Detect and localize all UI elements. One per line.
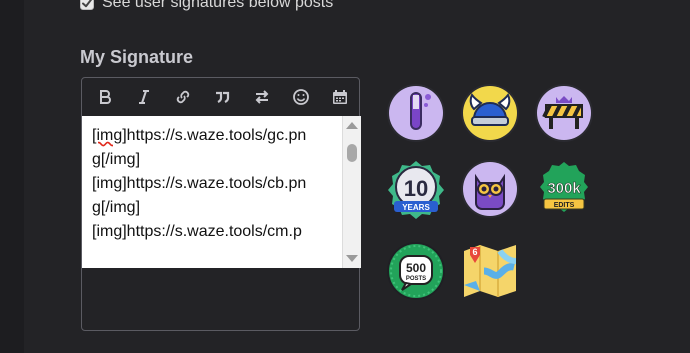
svg-text:10: 10 [404, 176, 428, 201]
ten-years-badge-icon: 10 YEARS [386, 159, 446, 219]
signature-line: [img]https://s.waze.tools/cb.pn [92, 175, 307, 192]
map-6-badge-icon: 6 [460, 241, 520, 301]
quote-icon [216, 91, 230, 103]
bold-icon [100, 90, 111, 104]
svg-text:300k: 300k [547, 180, 581, 197]
signature-section-title: My Signature [80, 47, 194, 67]
quote-button[interactable] [211, 86, 233, 108]
500-posts-badge-icon: 500 POSTS [386, 241, 446, 301]
link-button[interactable] [172, 86, 194, 108]
editor-toolbar [82, 78, 359, 117]
signature-line: g[/img] [92, 151, 141, 168]
calendar-icon [332, 90, 347, 104]
emoji-button[interactable] [290, 86, 312, 108]
roadblock-crown-badge-icon [534, 83, 594, 143]
300k-edits-badge-icon: 300k EDITS [534, 159, 594, 219]
italic-button[interactable] [133, 86, 155, 108]
link-icon [177, 90, 190, 104]
show-signatures-label: See user signatures below posts [102, 0, 334, 11]
signature-textarea[interactable]: [img]https://s.waze.tools/gc.pn g[/img] … [82, 116, 342, 268]
checkmark-icon [82, 0, 92, 8]
signature-badge-preview: 10 YEARS 300k EDITS 500 POSTS 6 [386, 83, 606, 303]
calendar-button[interactable] [329, 86, 351, 108]
signature-editor: [img]https://s.waze.tools/gc.pn g[/img] … [81, 77, 361, 331]
svg-text:POSTS: POSTS [406, 276, 426, 282]
test-tube-badge-icon [386, 83, 446, 143]
swap-icon [255, 90, 269, 104]
show-signatures-checkbox[interactable] [80, 0, 94, 10]
left-sidebar-strip [0, 0, 24, 353]
signature-line: g[/img] [92, 199, 141, 216]
emoji-icon [292, 89, 309, 105]
signature-line: [img]https://s.waze.tools/cm.p [92, 223, 302, 240]
svg-text:YEARS: YEARS [402, 203, 430, 212]
show-signatures-row[interactable]: See user signatures below posts [80, 0, 333, 14]
signature-line: [img]https://s.waze.tools/gc.pn [92, 127, 307, 144]
svg-text:EDITS: EDITS [554, 202, 575, 209]
swap-button[interactable] [251, 86, 273, 108]
svg-text:500: 500 [406, 261, 426, 275]
scroll-up-arrow-icon[interactable] [346, 122, 358, 129]
owl-badge-icon [460, 159, 520, 219]
scroll-thumb[interactable] [347, 144, 357, 162]
textarea-scrollbar[interactable] [342, 116, 361, 268]
svg-text:6: 6 [472, 247, 477, 257]
scroll-down-arrow-icon[interactable] [346, 255, 358, 262]
bold-button[interactable] [94, 86, 116, 108]
viking-helmet-badge-icon [460, 83, 520, 143]
italic-icon [139, 90, 150, 104]
